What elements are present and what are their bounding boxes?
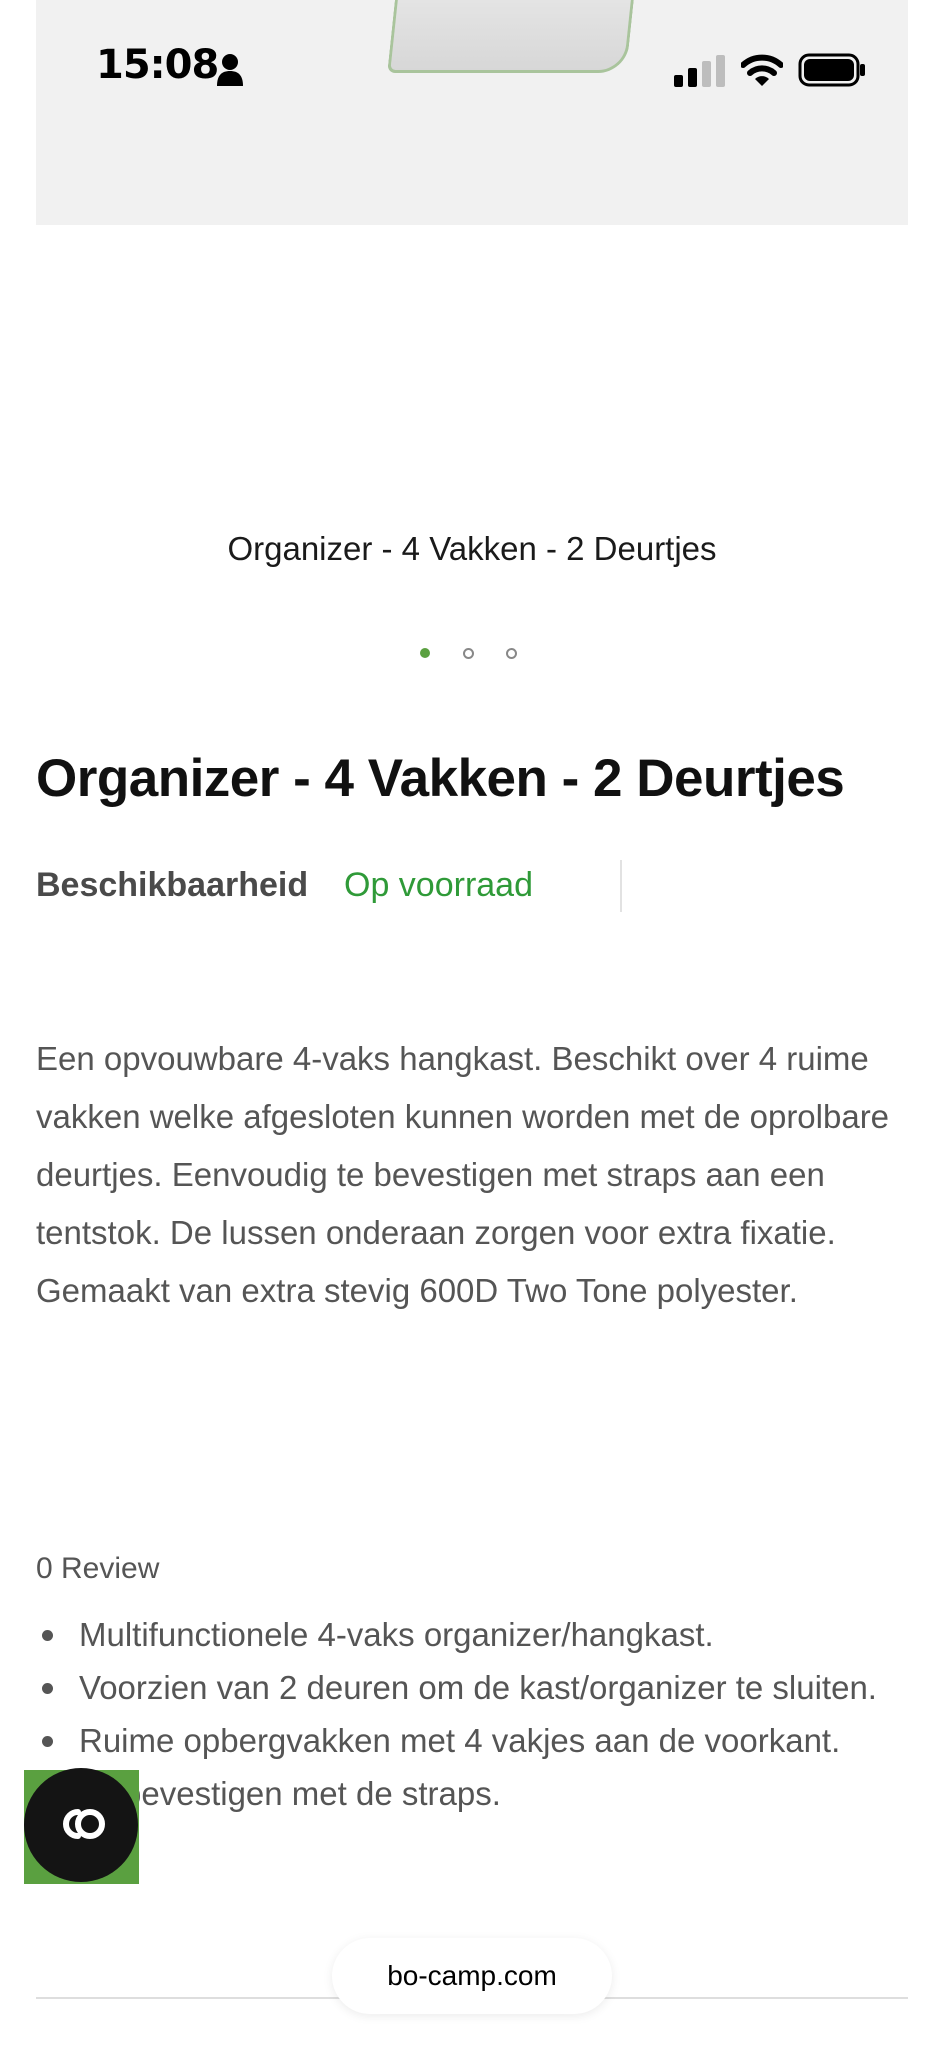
battery-icon (798, 53, 865, 87)
review-count-link[interactable]: 0 Review (36, 1552, 159, 1586)
availability-label: Beschikbaarheid (36, 866, 309, 904)
status-time: 15:08 (96, 42, 219, 88)
divider (620, 860, 622, 912)
product-image[interactable] (36, 0, 908, 225)
gallery-caption: Organizer - 4 Vakken - 2 Deurtjes (227, 530, 717, 567)
gallery-dot-3[interactable] (506, 648, 517, 659)
chat-logo-icon (63, 1809, 105, 1839)
feature-list: Multifunctionele 4-vaks organizer/hangka… (36, 1608, 916, 1820)
feature-item: Multifunctionele 4-vaks organizer/hangka… (36, 1608, 916, 1661)
product-photo-organizer (387, 0, 634, 73)
availability-status: Op voorraad (344, 866, 533, 904)
gallery-dot-1[interactable] (420, 648, 430, 658)
feature-item: Ruime opbergvakken met 4 vakjes aan de v… (36, 1714, 916, 1767)
feature-item: Voorzien van 2 deuren om de kast/organiz… (36, 1661, 916, 1714)
chat-widget-button[interactable] (24, 1768, 138, 1882)
person-icon (217, 54, 243, 86)
product-description: Een opvouwbare 4-vaks hangkast. Beschikt… (36, 1040, 890, 1309)
browser-url-bar[interactable]: bo-camp.com (332, 1938, 612, 2014)
feature-item: Te bevestigen met de straps. (36, 1767, 916, 1820)
wifi-icon (741, 54, 783, 86)
gallery-dot-2[interactable] (463, 648, 474, 659)
cellular-signal-icon (674, 55, 725, 87)
product-title: Organizer - 4 Vakken - 2 Deurtjes (36, 749, 845, 808)
gallery-pagination (420, 648, 530, 662)
